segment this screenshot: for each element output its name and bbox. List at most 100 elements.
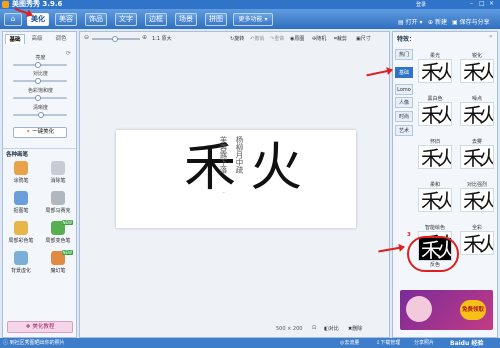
home-icon[interactable]: ⌂	[4, 13, 22, 26]
rotate-label: 旋转	[234, 36, 245, 42]
effect-thumbnail: 禾火	[460, 188, 494, 212]
download-manager-button[interactable]: ⇩下载管理	[376, 339, 400, 346]
rotate-button[interactable]: ↻旋转	[230, 35, 244, 42]
collapse-panel-icon[interactable]: »	[489, 33, 493, 40]
brush-section-title: 各种画笔	[6, 152, 29, 158]
category-art[interactable]: 艺术	[395, 125, 413, 136]
effect-label: 噪点	[471, 96, 482, 102]
login-label[interactable]: 登录	[416, 1, 426, 8]
tool-local-mosaic[interactable]: 局部马赛克	[43, 190, 73, 219]
effect-soft-light[interactable]: 柔光禾火	[415, 52, 455, 83]
tab-frame[interactable]: 边框	[145, 13, 167, 26]
category-fashion[interactable]: 时尚	[395, 111, 413, 122]
contrast-knob[interactable]	[35, 78, 41, 84]
contrast-slider[interactable]	[13, 78, 67, 84]
save-share-button[interactable]: ▣ 保存与分享	[452, 19, 490, 27]
info-icon: ⓘ	[3, 340, 9, 346]
resize-button[interactable]: ▣尺寸	[356, 35, 371, 42]
one-click-beautify-button[interactable]: ✦ 一键美化	[13, 127, 67, 138]
effect-black-white[interactable]: 黑白色禾火	[415, 95, 455, 126]
delete-button[interactable]: ✖删除	[348, 325, 362, 332]
smart-random-button[interactable]: ✣随机	[312, 35, 326, 42]
category-lomo[interactable]: Lomo	[395, 84, 413, 95]
scissors-icon	[14, 191, 28, 205]
fast-button[interactable]: ◎去流量	[340, 339, 359, 346]
delete-label: 删除	[352, 326, 363, 332]
zoom-fit-icon[interactable]: ⊡	[312, 325, 316, 331]
minimize-icon[interactable]: –	[470, 0, 473, 7]
save-icon: ▣	[452, 19, 458, 26]
category-basic[interactable]: 基础	[395, 67, 413, 78]
effect-sharpen[interactable]: 锐化禾火	[457, 52, 497, 83]
zoom-knob[interactable]	[112, 36, 118, 42]
share-photo-button[interactable]: 分享照片	[414, 339, 434, 346]
undo-button[interactable]: ↶撤销	[250, 35, 264, 42]
reset-icon[interactable]: ⟳	[66, 50, 71, 57]
effect-soft[interactable]: 柔和禾火	[415, 181, 455, 212]
left-tab-color[interactable]: 调色	[51, 34, 71, 44]
tab-scene[interactable]: 场景	[175, 13, 197, 26]
image-big-char-right: 火	[250, 138, 303, 198]
brightness-knob[interactable]	[35, 62, 41, 68]
saturation-slider[interactable]	[13, 95, 67, 101]
zoom-in-icon[interactable]: ⊕	[142, 34, 147, 41]
brightness-slider[interactable]	[13, 62, 67, 68]
effect-label: 柔和	[429, 182, 440, 188]
category-popular[interactable]: 热门	[395, 49, 413, 60]
blur-icon	[14, 251, 28, 265]
effect-label: 柔光	[429, 53, 440, 59]
tool-cutout-pen[interactable]: 抠图笔	[6, 190, 36, 219]
compare-button[interactable]: ◧对比	[324, 325, 339, 332]
edited-image[interactable]: 禾 芙蓉露下落 · 杨柳月中疏 火	[116, 130, 356, 228]
tab-face[interactable]: 美容	[55, 13, 77, 26]
open-button[interactable]: ▤ 打开 ▾	[398, 19, 423, 27]
close-icon[interactable]: ×	[489, 0, 494, 7]
compare-label: 对比	[328, 326, 339, 332]
effect-noise[interactable]: 噪点禾火	[457, 95, 497, 126]
tool-label: 魔幻笔	[50, 268, 66, 274]
new-badge: NEW	[61, 220, 73, 225]
category-portrait[interactable]: 人像	[395, 97, 413, 108]
clarity-knob[interactable]	[38, 112, 44, 118]
effect-label: 去雾	[471, 139, 482, 145]
left-tab-basic[interactable]: 基础	[5, 34, 25, 44]
tutorial-icon: ❖	[25, 324, 31, 330]
tool-local-color-pen[interactable]: 局部彩色笔	[6, 220, 36, 249]
new-badge: NEW	[61, 250, 73, 255]
tab-more-functions[interactable]: 更多功能 ▾	[233, 13, 273, 26]
tool-doodle-pen[interactable]: 涂鸦笔	[6, 160, 36, 189]
new-button[interactable]: ⊕ 新建	[428, 19, 447, 27]
save-share-label: 保存与分享	[459, 19, 490, 26]
slider-label-saturation: 色彩饱和度	[27, 88, 53, 94]
image-poem-column-2: 杨柳月中疏	[235, 136, 244, 174]
zoom-slider[interactable]	[92, 36, 140, 42]
ad-banner[interactable]: 免费领取	[400, 290, 493, 330]
effects-panel: 特效： » 热门 基础 Lomo 人像 时尚 艺术 柔光禾火 锐化禾火 黑白色禾…	[392, 31, 498, 338]
effect-nostalgia[interactable]: 怀旧禾火	[415, 138, 455, 169]
maximize-icon[interactable]: □	[479, 0, 485, 7]
original-image-button[interactable]: ◉原图	[290, 35, 304, 42]
saturation-knob[interactable]	[35, 95, 41, 101]
redo-button[interactable]: ↷重做	[270, 35, 284, 42]
tool-local-recolor-pen[interactable]: 局部变色笔 NEW	[43, 220, 73, 249]
crop-button[interactable]: ⌗裁剪	[334, 35, 347, 42]
clarity-slider[interactable]	[13, 112, 67, 118]
tool-eraser-pen[interactable]: 消除笔	[43, 160, 73, 189]
effect-dehaze[interactable]: 去雾禾火	[457, 138, 497, 169]
new-label: 新建	[434, 19, 447, 26]
left-tab-advanced[interactable]: 高级	[27, 34, 47, 44]
tab-text[interactable]: 文字	[115, 13, 137, 26]
tool-background-blur[interactable]: 背景虚化	[6, 250, 36, 279]
effect-full-color[interactable]: 全彩禾火	[457, 224, 497, 255]
effect-high-contrast[interactable]: 对比强烈禾火	[457, 181, 497, 212]
beauty-tutorial-button[interactable]: ❖ 美化教程	[7, 321, 73, 333]
zoom-actual-size-button[interactable]: 1:1 原大	[152, 35, 172, 42]
tab-collage[interactable]: 拼图	[205, 13, 227, 26]
tool-label: 局部变色笔	[45, 238, 71, 244]
status-tip[interactable]: ⓘ 到社区秀图晒出你的照片	[3, 339, 65, 346]
tool-label: 涂鸦笔	[13, 178, 29, 184]
tool-magic-pen[interactable]: 魔幻笔 NEW	[43, 250, 73, 279]
zoom-out-icon[interactable]: ⊖	[84, 34, 89, 41]
image-big-char-left: 禾	[184, 138, 237, 198]
tab-accessories[interactable]: 饰品	[85, 13, 107, 26]
